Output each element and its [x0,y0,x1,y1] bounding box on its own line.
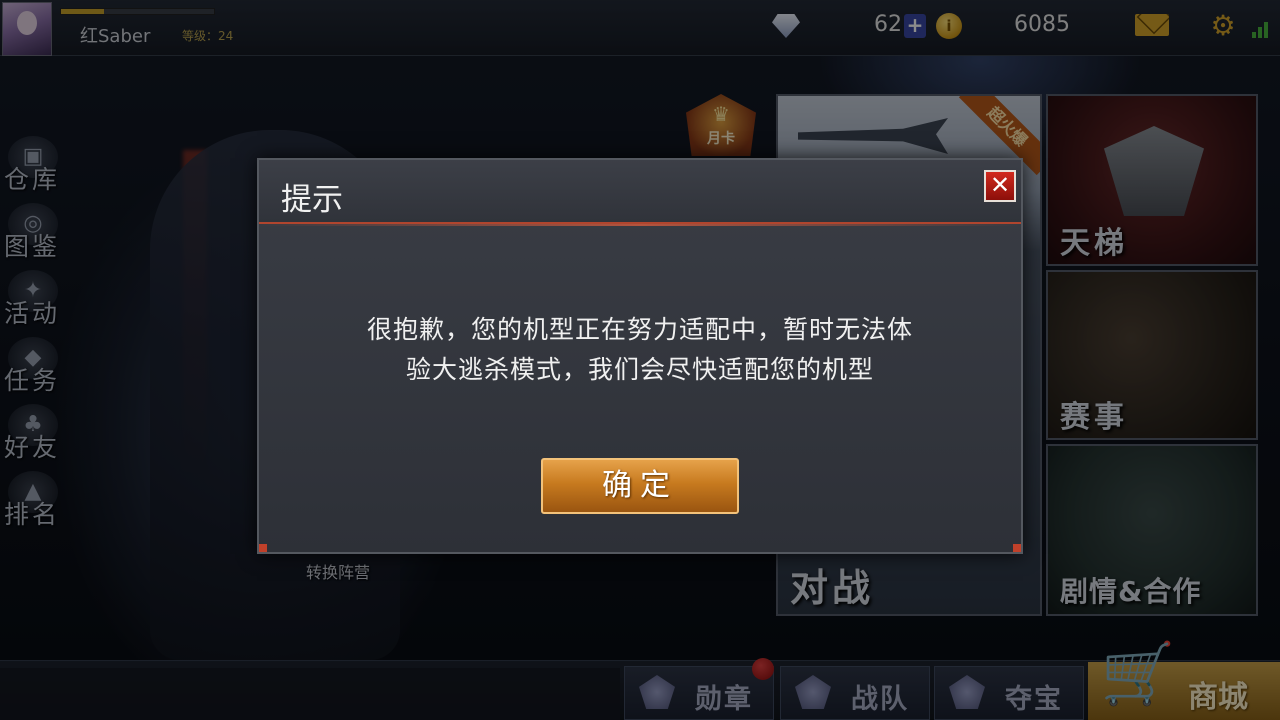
dialog-corner [259,544,267,552]
dialog-message-line: 很抱歉，您的机型正在努力适配中，暂时无法体 [366,315,913,344]
close-button[interactable]: ✕ [984,170,1016,202]
dialog-title: 提示 [281,182,343,218]
dialog-header: 提示 ✕ [259,160,1021,226]
dialog-corner [1013,544,1021,552]
dialog-message-line: 验大逃杀模式，我们会尽快适配您的机型 [405,355,874,384]
confirm-button[interactable]: 确定 [541,458,739,514]
dialog-message: 很抱歉，您的机型正在努力适配中，暂时无法体 验大逃杀模式，我们会尽快适配您的机型 [299,310,981,390]
notice-dialog: 提示 ✕ 很抱歉，您的机型正在努力适配中，暂时无法体 验大逃杀模式，我们会尽快适… [257,158,1023,554]
